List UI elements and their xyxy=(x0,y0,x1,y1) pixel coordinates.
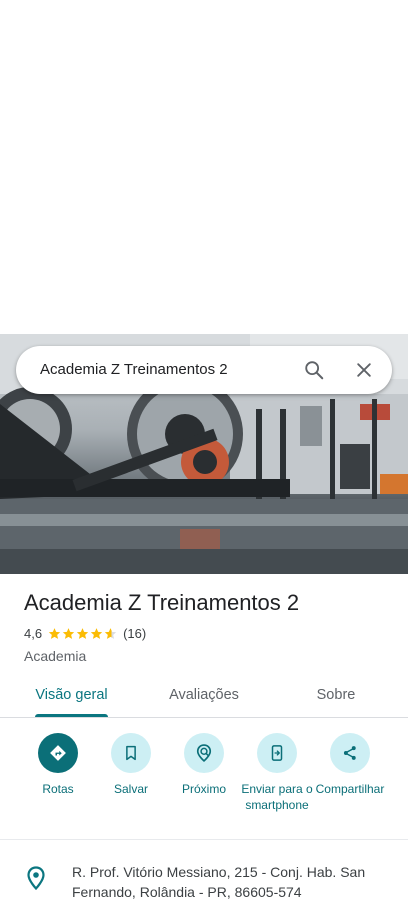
send-to-phone-button[interactable]: Enviar para o smartphone xyxy=(239,733,315,813)
bookmark-icon xyxy=(126,745,136,761)
search-bar[interactable]: Academia Z Treinamentos 2 xyxy=(16,346,392,394)
tab-about[interactable]: Sobre xyxy=(300,676,372,716)
nearby-icon xyxy=(196,744,212,763)
address-text[interactable]: R. Prof. Vitório Messiano, 215 - Conj. H… xyxy=(72,862,392,902)
location-pin-icon xyxy=(26,866,46,891)
save-label: Salvar xyxy=(113,782,148,796)
tab-overview[interactable]: Visão geral xyxy=(24,676,119,716)
star-icon xyxy=(48,628,61,639)
send-to-phone-icon xyxy=(271,745,283,761)
nearby-label: Próximo xyxy=(181,782,226,796)
star-icon xyxy=(90,628,103,639)
star-icon xyxy=(62,628,75,639)
directions-button[interactable]: Rotas xyxy=(20,733,96,797)
rating-value: 4,6 xyxy=(24,626,43,641)
search-query[interactable]: Academia Z Treinamentos 2 xyxy=(40,346,228,394)
directions-label: Rotas xyxy=(42,782,74,796)
save-button[interactable]: Salvar xyxy=(93,733,169,797)
place-category: Academia xyxy=(24,648,87,664)
share-icon xyxy=(343,746,356,760)
half-star-icon xyxy=(104,628,117,639)
send-to-phone-label: Enviar para o smartphone xyxy=(241,782,313,812)
share-button[interactable]: Compartilhar xyxy=(312,733,388,797)
rating-row[interactable]: 4,6 (16) xyxy=(24,626,146,641)
divider xyxy=(0,839,408,840)
divider xyxy=(0,717,408,718)
tab-bar: Visão geral Avaliações Sobre xyxy=(0,676,408,718)
place-title: Academia Z Treinamentos 2 xyxy=(24,590,300,615)
share-label: Compartilhar xyxy=(315,782,385,796)
nearby-button[interactable]: Próximo xyxy=(166,733,242,797)
place-page: Academia Z Treinamentos 2 Academia Z Tre… xyxy=(0,0,408,908)
review-count: (16) xyxy=(123,626,147,641)
close-icon[interactable] xyxy=(352,358,376,382)
tab-reviews[interactable]: Avaliações xyxy=(154,676,254,716)
search-icon[interactable] xyxy=(302,358,326,382)
rating-stars xyxy=(48,627,118,640)
directions-icon xyxy=(50,745,66,761)
star-icon xyxy=(76,628,89,639)
